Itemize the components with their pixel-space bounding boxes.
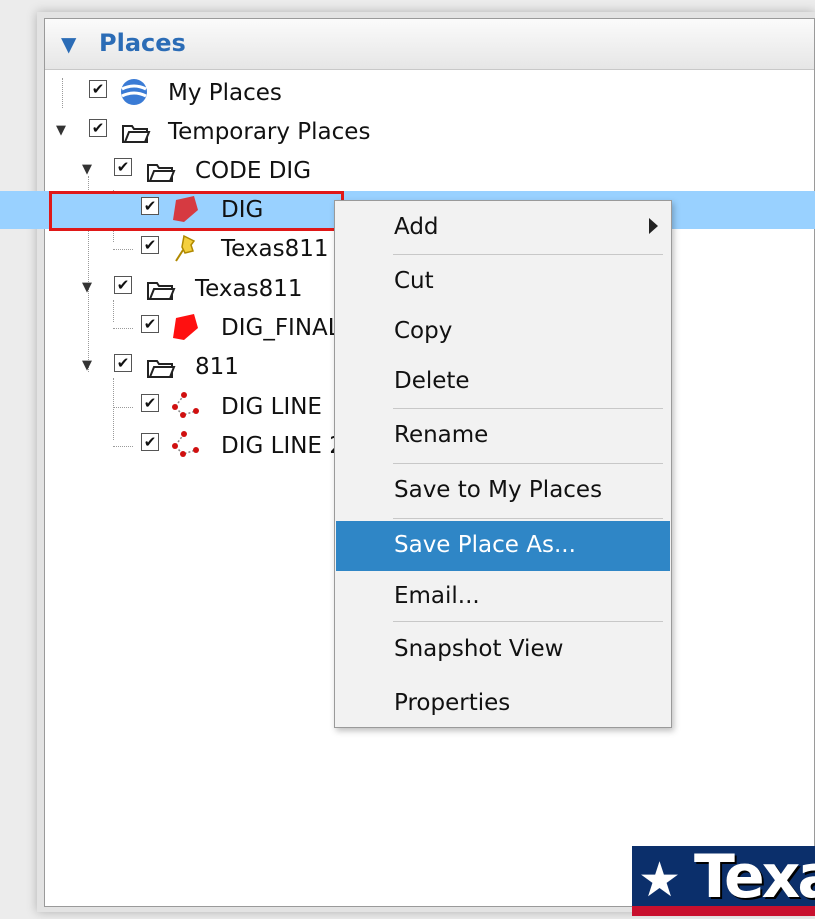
checkbox[interactable]: ✔ — [141, 394, 159, 412]
tree-item-label: My Places — [168, 80, 282, 106]
star-icon: ★ — [638, 852, 682, 908]
triangle-down-icon[interactable]: ▼ — [61, 32, 76, 56]
tree-item-temporary-places[interactable]: ▼ ✔ Temporary Places — [0, 113, 815, 151]
tree-item-label: DIG_FINAL — [221, 315, 341, 341]
folder-icon — [147, 282, 176, 300]
texas-logo: ★ Texas — [632, 846, 815, 916]
menu-item-copy[interactable]: Copy — [336, 307, 670, 357]
polygon-icon — [173, 314, 198, 340]
logo-stripe — [632, 906, 815, 916]
panel-title: Places — [99, 29, 186, 57]
menu-item-label: Save to My Places — [394, 477, 603, 503]
menu-item-snapshot-view[interactable]: Snapshot View — [336, 625, 670, 675]
checkbox[interactable]: ✔ — [141, 236, 159, 254]
menu-separator — [393, 463, 663, 464]
tree-item-label: CODE DIG — [195, 158, 312, 184]
path-icon — [172, 392, 199, 418]
menu-item-label: Cut — [394, 268, 434, 294]
menu-item-cut[interactable]: Cut — [336, 257, 670, 307]
callout-highlight-box — [49, 191, 344, 231]
menu-separator — [393, 254, 663, 255]
menu-item-label: Properties — [394, 690, 511, 716]
places-header[interactable]: ▼ Places — [45, 19, 814, 70]
menu-item-label: Copy — [394, 318, 453, 344]
checkbox[interactable]: ✔ — [114, 158, 132, 176]
expand-triangle-icon[interactable]: ▼ — [80, 359, 94, 373]
tree-item-label: Texas811 — [221, 236, 329, 262]
checkbox[interactable]: ✔ — [89, 80, 107, 98]
menu-item-properties[interactable]: Properties — [336, 679, 670, 729]
folder-icon — [147, 360, 176, 378]
menu-item-save-place-as[interactable]: Save Place As... — [336, 521, 670, 571]
checkbox[interactable]: ✔ — [141, 433, 159, 451]
menu-item-add[interactable]: Add — [336, 203, 670, 253]
tree-item-code-dig[interactable]: ▼ ✔ CODE DIG — [0, 152, 815, 190]
menu-item-email[interactable]: Email... — [336, 572, 670, 622]
pushpin-icon — [175, 234, 196, 262]
tree-item-my-places[interactable]: ✔ My Places — [0, 74, 815, 112]
checkbox[interactable]: ✔ — [141, 315, 159, 333]
folder-icon — [122, 125, 151, 143]
context-menu: Add Cut Copy Delete Rename Save to My Pl… — [334, 200, 672, 728]
tree-item-label: Texas811 — [195, 276, 303, 302]
checkbox[interactable]: ✔ — [89, 119, 107, 137]
menu-separator — [393, 518, 663, 519]
expand-triangle-icon[interactable]: ▼ — [80, 281, 94, 295]
folder-icon — [147, 164, 176, 182]
checkbox[interactable]: ✔ — [114, 354, 132, 372]
menu-item-save-to-my-places[interactable]: Save to My Places — [336, 466, 670, 516]
menu-item-label: Rename — [394, 422, 489, 448]
menu-item-label: Email... — [394, 583, 480, 609]
submenu-arrow-icon — [649, 218, 658, 234]
expand-triangle-icon[interactable]: ▼ — [80, 163, 94, 177]
menu-item-label: Add — [394, 214, 439, 240]
tree-item-label: DIG LINE 2 — [221, 433, 344, 459]
logo-text: Texas — [694, 846, 815, 912]
menu-item-delete[interactable]: Delete — [336, 357, 670, 407]
tree-item-label: 811 — [195, 354, 239, 380]
globe-icon — [121, 79, 147, 105]
checkbox[interactable]: ✔ — [114, 276, 132, 294]
menu-item-label: Save Place As... — [394, 532, 576, 558]
path-icon — [172, 431, 199, 457]
tree-item-label: Temporary Places — [168, 119, 371, 145]
menu-item-label: Snapshot View — [394, 636, 564, 662]
expand-triangle-icon[interactable]: ▼ — [54, 124, 68, 138]
menu-separator — [393, 621, 663, 622]
menu-item-rename[interactable]: Rename — [336, 411, 670, 461]
tree-item-label: DIG LINE — [221, 394, 322, 420]
menu-item-label: Delete — [394, 368, 470, 394]
menu-separator — [393, 408, 663, 409]
